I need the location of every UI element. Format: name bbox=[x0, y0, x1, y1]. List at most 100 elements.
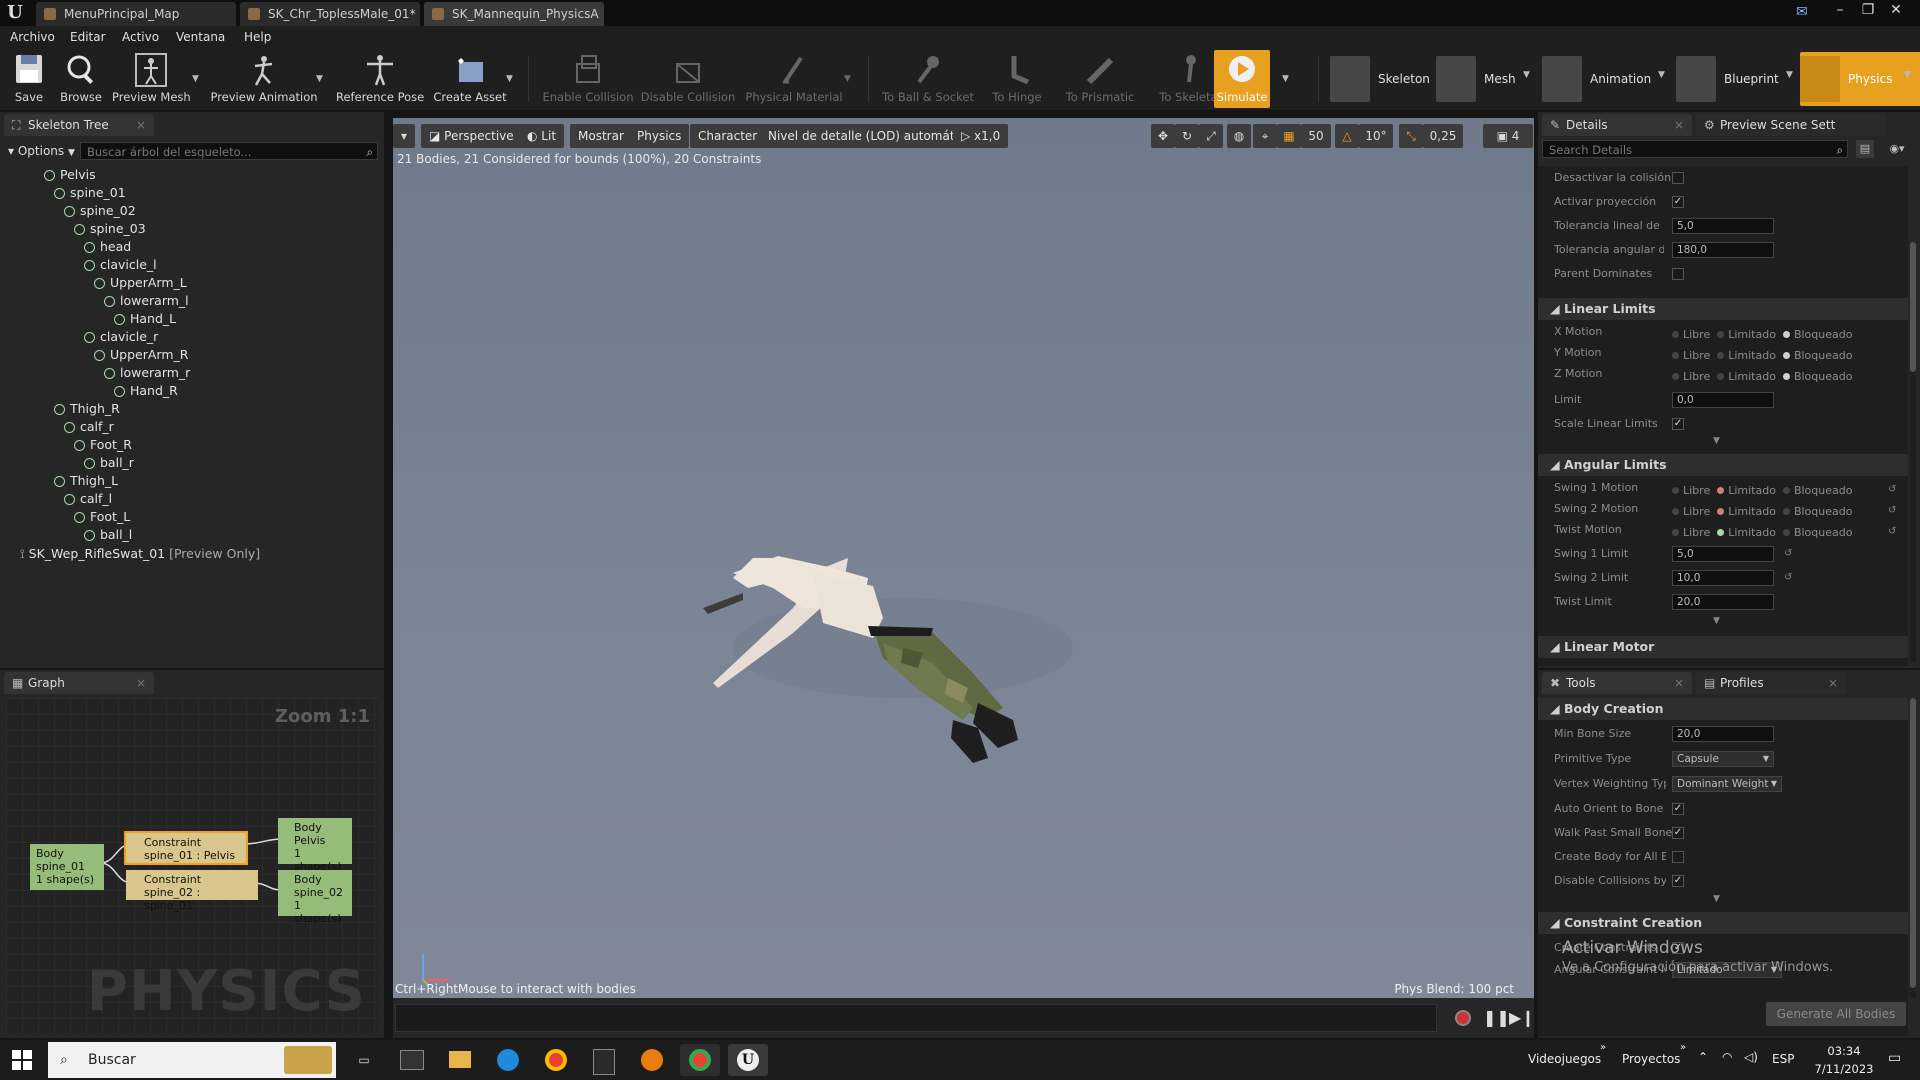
tab-sk-chr-toplessmale[interactable]: SK_Chr_ToplessMale_01* bbox=[240, 2, 420, 26]
playback-speed-button[interactable]: ▷ x1,0 bbox=[953, 124, 1009, 148]
notifications-icon[interactable]: ▭ bbox=[1888, 1050, 1901, 1066]
timeline-track[interactable] bbox=[395, 1004, 1437, 1032]
clock-time[interactable]: 03:34 bbox=[1816, 1044, 1872, 1058]
close-icon[interactable]: × bbox=[1674, 672, 1684, 694]
scale-snap-icon[interactable]: ⤡ bbox=[1399, 124, 1423, 148]
world-local-icon[interactable]: ◍ bbox=[1227, 124, 1251, 148]
disable-collision-checkbox[interactable] bbox=[1672, 172, 1684, 184]
chrome-active-app-icon[interactable] bbox=[680, 1044, 720, 1076]
linear-limit-input[interactable]: 0,0 bbox=[1672, 392, 1774, 408]
notification-icon[interactable]: ✉ bbox=[1796, 4, 1814, 20]
rotation-snap-value[interactable]: 10° bbox=[1359, 124, 1393, 148]
pause-icon[interactable]: ❚❚ bbox=[1483, 1008, 1510, 1027]
bone-item-upperarm_r[interactable]: UpperArm_R bbox=[94, 346, 188, 364]
bone-item-lowerarm_l[interactable]: lowerarm_l bbox=[104, 292, 189, 310]
close-icon[interactable]: × bbox=[136, 114, 146, 136]
swing2-limit-input[interactable]: 10,0 bbox=[1672, 570, 1774, 586]
auto-orient-checkbox[interactable]: ✓ bbox=[1672, 803, 1684, 815]
bone-item-thigh_l[interactable]: Thigh_L bbox=[54, 472, 118, 490]
to-hinge-button[interactable]: To Hinge bbox=[982, 50, 1052, 108]
translate-icon[interactable]: ✥ bbox=[1151, 124, 1175, 148]
angular-tolerance-input[interactable]: 180,0 bbox=[1672, 242, 1774, 258]
tray-overflow-icon[interactable]: ⌃ bbox=[1698, 1050, 1708, 1064]
close-icon[interactable]: × bbox=[136, 672, 146, 694]
preview-mesh-button[interactable]: Preview Mesh bbox=[112, 50, 191, 108]
chevron-down-icon[interactable]: ▼ bbox=[1904, 70, 1914, 80]
tray-folder-proyectos[interactable]: Proyectos bbox=[1622, 1052, 1680, 1066]
bone-item-spine_03[interactable]: spine_03 bbox=[74, 220, 146, 238]
rotate-icon[interactable]: ↻ bbox=[1175, 124, 1199, 148]
chevron-down-icon[interactable]: ▼ bbox=[844, 74, 854, 84]
mode-physics-button[interactable]: Physics bbox=[1800, 52, 1920, 106]
section-linear-limits[interactable]: ◢ Linear Limits bbox=[1538, 298, 1908, 320]
blender-app-icon[interactable] bbox=[632, 1044, 672, 1076]
swing2-motion-options[interactable]: Libre Limitado Bloqueado bbox=[1672, 505, 1852, 518]
viewport[interactable]: ▾ ◪ Perspective ◐ Lit Mostrar Physics Ch… bbox=[393, 118, 1534, 998]
bone-item-spine_02[interactable]: spine_02 bbox=[64, 202, 136, 220]
bone-item-upperarm_l[interactable]: UpperArm_L bbox=[94, 274, 187, 292]
reset-icon[interactable]: ↺ bbox=[1888, 526, 1896, 537]
graph-canvas[interactable]: Zoom 1:1 PHYSICS Body spine_01 1 shape(s… bbox=[6, 698, 378, 1034]
graph-node-body-spine01[interactable]: Body spine_01 1 shape(s) bbox=[30, 844, 104, 890]
record-icon[interactable] bbox=[1455, 1010, 1471, 1026]
lit-button[interactable]: ◐ Lit bbox=[519, 124, 565, 148]
bone-item-calf_l[interactable]: calf_l bbox=[64, 490, 112, 508]
clock-date[interactable]: 7/11/2023 bbox=[1806, 1062, 1882, 1076]
grid-snap-icon[interactable]: ▦ bbox=[1277, 124, 1301, 148]
chevron-down-icon[interactable]: ▼ bbox=[1786, 70, 1796, 80]
details-scrollbar[interactable] bbox=[1910, 242, 1916, 662]
preview-animation-button[interactable]: Preview Animation bbox=[210, 50, 318, 108]
bone-item-spine_01[interactable]: spine_01 bbox=[54, 184, 126, 202]
bone-item-calf_r[interactable]: calf_r bbox=[64, 418, 114, 436]
edge-app-icon[interactable] bbox=[488, 1044, 528, 1076]
skeleton-search-input[interactable]: Buscar árbol del esqueleto... ⌕ bbox=[80, 142, 378, 160]
min-bone-size-input[interactable]: 20,0 bbox=[1672, 726, 1774, 742]
tools-scrollbar[interactable] bbox=[1910, 698, 1916, 998]
section-body-creation[interactable]: ◢ Body Creation bbox=[1538, 698, 1908, 720]
to-prismatic-button[interactable]: To Prismatic bbox=[1054, 50, 1146, 108]
scale-snap-value[interactable]: 0,25 bbox=[1423, 124, 1463, 148]
swing1-limit-input[interactable]: 5,0 bbox=[1672, 546, 1774, 562]
graph-node-constraint-spine01-pelvis[interactable]: Constraint spine_01 : Pelvis bbox=[124, 831, 248, 865]
to-ball-socket-button[interactable]: To Ball & Socket bbox=[876, 50, 980, 108]
tab-preview-scene-settings[interactable]: ⚙ Preview Scene Sett bbox=[1696, 114, 1886, 136]
save-button[interactable]: Save bbox=[8, 50, 50, 108]
tab-profiles[interactable]: ▤ Profiles × bbox=[1696, 672, 1846, 694]
chrome-app-icon[interactable] bbox=[536, 1044, 576, 1076]
parent-dominates-checkbox[interactable] bbox=[1672, 268, 1684, 280]
create-asset-button[interactable]: Create Asset bbox=[430, 50, 510, 108]
bone-item-hand_l[interactable]: Hand_L bbox=[114, 310, 176, 328]
chevron-down-icon[interactable]: ▼ bbox=[1658, 70, 1668, 80]
bone-item-ball_r[interactable]: ball_r bbox=[84, 454, 134, 472]
disable-collision-button[interactable]: Disable Collision bbox=[640, 50, 736, 108]
section-linear-motor[interactable]: ◢ Linear Motor bbox=[1538, 636, 1908, 658]
bone-item-ball_l[interactable]: ball_l bbox=[84, 526, 132, 544]
close-button[interactable]: ✕ bbox=[1882, 0, 1910, 22]
surface-snap-icon[interactable]: ⌖ bbox=[1253, 124, 1277, 148]
twist-motion-options[interactable]: Libre Limitado Bloqueado bbox=[1672, 526, 1852, 539]
character-button[interactable]: Character bbox=[690, 124, 766, 148]
minimize-button[interactable]: – bbox=[1826, 0, 1854, 22]
tab-sk-mannequin-physicsasset[interactable]: SK_Mannequin_PhysicsA bbox=[424, 2, 604, 26]
step-forward-icon[interactable]: ▶❙ bbox=[1509, 1008, 1535, 1027]
view-options-icon[interactable]: ◉▾ bbox=[1880, 140, 1914, 158]
bone-item-clavicle_l[interactable]: clavicle_l bbox=[84, 256, 157, 274]
enable-projection-checkbox[interactable]: ✓ bbox=[1672, 196, 1684, 208]
property-matrix-icon[interactable]: ▤ bbox=[1856, 140, 1874, 158]
close-icon[interactable]: × bbox=[1828, 672, 1838, 694]
bone-item-lowerarm_r[interactable]: lowerarm_r bbox=[104, 364, 190, 382]
unreal-editor-app-icon[interactable]: U bbox=[728, 1044, 768, 1076]
expand-advanced-icon[interactable]: ▼ bbox=[1713, 616, 1720, 626]
bone-item-head[interactable]: head bbox=[84, 238, 131, 256]
show-button[interactable]: Mostrar bbox=[570, 124, 632, 148]
physical-material-button[interactable]: Physical Material bbox=[742, 50, 846, 108]
reset-icon[interactable]: ↺ bbox=[1888, 484, 1896, 495]
tray-folder-videojuegos[interactable]: Videojuegos bbox=[1528, 1052, 1601, 1066]
section-constraint-creation[interactable]: ◢ Constraint Creation bbox=[1538, 912, 1908, 934]
y-motion-options[interactable]: Libre Limitado Bloqueado bbox=[1672, 349, 1852, 362]
graph-node-body-spine02[interactable]: Body spine_02 1 shape(s) bbox=[278, 870, 352, 925]
expand-advanced-icon[interactable]: ▼ bbox=[1713, 894, 1720, 904]
simulate-button[interactable]: Simulate bbox=[1214, 50, 1270, 108]
reference-pose-button[interactable]: Reference Pose bbox=[336, 50, 424, 108]
reset-icon[interactable]: ↺ bbox=[1784, 548, 1792, 559]
